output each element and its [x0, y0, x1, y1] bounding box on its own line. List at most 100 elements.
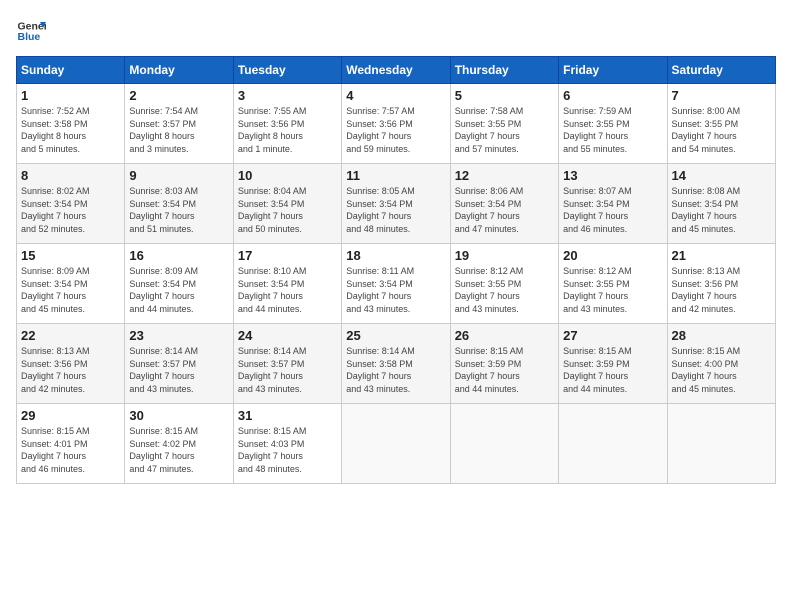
day-detail: Sunrise: 8:03 AMSunset: 3:54 PMDaylight … — [129, 185, 228, 235]
calendar-week-1: 1 Sunrise: 7:52 AMSunset: 3:58 PMDaylight… — [17, 84, 776, 164]
calendar-cell: 6 Sunrise: 7:59 AMSunset: 3:55 PMDaylight… — [559, 84, 667, 164]
day-detail: Sunrise: 8:15 AMSunset: 4:02 PMDaylight … — [129, 425, 228, 475]
day-detail: Sunrise: 8:09 AMSunset: 3:54 PMDaylight … — [21, 265, 120, 315]
header-sunday: Sunday — [17, 57, 125, 84]
day-number: 25 — [346, 328, 445, 343]
calendar-cell: 18 Sunrise: 8:11 AMSunset: 3:54 PMDayligh… — [342, 244, 450, 324]
calendar-cell: 23 Sunrise: 8:14 AMSunset: 3:57 PMDayligh… — [125, 324, 233, 404]
day-detail: Sunrise: 8:14 AMSunset: 3:57 PMDaylight … — [238, 345, 337, 395]
calendar-week-3: 15 Sunrise: 8:09 AMSunset: 3:54 PMDayligh… — [17, 244, 776, 324]
day-detail: Sunrise: 8:15 AMSunset: 4:00 PMDaylight … — [672, 345, 771, 395]
calendar-cell: 27 Sunrise: 8:15 AMSunset: 3:59 PMDayligh… — [559, 324, 667, 404]
day-detail: Sunrise: 8:12 AMSunset: 3:55 PMDaylight … — [563, 265, 662, 315]
calendar-cell: 1 Sunrise: 7:52 AMSunset: 3:58 PMDaylight… — [17, 84, 125, 164]
day-detail: Sunrise: 8:15 AMSunset: 3:59 PMDaylight … — [563, 345, 662, 395]
day-detail: Sunrise: 8:14 AMSunset: 3:57 PMDaylight … — [129, 345, 228, 395]
day-number: 13 — [563, 168, 662, 183]
day-detail: Sunrise: 8:12 AMSunset: 3:55 PMDaylight … — [455, 265, 554, 315]
day-detail: Sunrise: 8:15 AMSunset: 4:01 PMDaylight … — [21, 425, 120, 475]
day-detail: Sunrise: 7:52 AMSunset: 3:58 PMDaylight … — [21, 105, 120, 155]
day-detail: Sunrise: 8:06 AMSunset: 3:54 PMDaylight … — [455, 185, 554, 235]
calendar-cell: 28 Sunrise: 8:15 AMSunset: 4:00 PMDayligh… — [667, 324, 775, 404]
logo-icon: General Blue — [16, 16, 46, 46]
day-number: 8 — [21, 168, 120, 183]
day-number: 27 — [563, 328, 662, 343]
calendar-cell: 9Sunrise: 8:03 AMSunset: 3:54 PMDaylight… — [125, 164, 233, 244]
day-number: 28 — [672, 328, 771, 343]
day-number: 10 — [238, 168, 337, 183]
day-number: 22 — [21, 328, 120, 343]
day-detail: Sunrise: 8:11 AMSunset: 3:54 PMDaylight … — [346, 265, 445, 315]
logo: General Blue — [16, 16, 46, 46]
calendar-cell: 21 Sunrise: 8:13 AMSunset: 3:56 PMDayligh… — [667, 244, 775, 324]
day-detail: Sunrise: 8:00 AMSunset: 3:55 PMDaylight … — [672, 105, 771, 155]
calendar-cell: 30 Sunrise: 8:15 AMSunset: 4:02 PMDayligh… — [125, 404, 233, 484]
day-number: 14 — [672, 168, 771, 183]
calendar-week-5: 29 Sunrise: 8:15 AMSunset: 4:01 PMDayligh… — [17, 404, 776, 484]
day-detail: Sunrise: 8:14 AMSunset: 3:58 PMDaylight … — [346, 345, 445, 395]
day-detail: Sunrise: 8:09 AMSunset: 3:54 PMDaylight … — [129, 265, 228, 315]
calendar-cell: 7 Sunrise: 8:00 AMSunset: 3:55 PMDaylight… — [667, 84, 775, 164]
day-number: 11 — [346, 168, 445, 183]
day-number: 1 — [21, 88, 120, 103]
header-friday: Friday — [559, 57, 667, 84]
day-number: 16 — [129, 248, 228, 263]
day-detail: Sunrise: 8:10 AMSunset: 3:54 PMDaylight … — [238, 265, 337, 315]
day-number: 12 — [455, 168, 554, 183]
day-number: 21 — [672, 248, 771, 263]
svg-text:Blue: Blue — [18, 31, 41, 43]
calendar-cell: 15 Sunrise: 8:09 AMSunset: 3:54 PMDayligh… — [17, 244, 125, 324]
calendar-cell: 2Sunrise: 7:54 AMSunset: 3:57 PMDaylight… — [125, 84, 233, 164]
calendar-cell: 10 Sunrise: 8:04 AMSunset: 3:54 PMDayligh… — [233, 164, 341, 244]
day-number: 3 — [238, 88, 337, 103]
day-number: 6 — [563, 88, 662, 103]
day-detail: Sunrise: 8:13 AMSunset: 3:56 PMDaylight … — [21, 345, 120, 395]
calendar-cell — [342, 404, 450, 484]
day-detail: Sunrise: 7:59 AMSunset: 3:55 PMDaylight … — [563, 105, 662, 155]
calendar-cell: 5Sunrise: 7:58 AMSunset: 3:55 PMDaylight… — [450, 84, 558, 164]
calendar-header-row: SundayMondayTuesdayWednesdayThursdayFrid… — [17, 57, 776, 84]
calendar-cell: 19 Sunrise: 8:12 AMSunset: 3:55 PMDayligh… — [450, 244, 558, 324]
calendar-cell: 24Sunrise: 8:14 AMSunset: 3:57 PMDayligh… — [233, 324, 341, 404]
day-number: 29 — [21, 408, 120, 423]
calendar-cell: 29 Sunrise: 8:15 AMSunset: 4:01 PMDayligh… — [17, 404, 125, 484]
day-number: 2 — [129, 88, 228, 103]
header-monday: Monday — [125, 57, 233, 84]
day-detail: Sunrise: 7:57 AMSunset: 3:56 PMDaylight … — [346, 105, 445, 155]
calendar-table: SundayMondayTuesdayWednesdayThursdayFrid… — [16, 56, 776, 484]
day-number: 31 — [238, 408, 337, 423]
day-number: 23 — [129, 328, 228, 343]
header-saturday: Saturday — [667, 57, 775, 84]
header-thursday: Thursday — [450, 57, 558, 84]
day-detail: Sunrise: 7:55 AMSunset: 3:56 PMDaylight … — [238, 105, 337, 155]
day-detail: Sunrise: 8:15 AMSunset: 3:59 PMDaylight … — [455, 345, 554, 395]
day-number: 20 — [563, 248, 662, 263]
day-detail: Sunrise: 8:07 AMSunset: 3:54 PMDaylight … — [563, 185, 662, 235]
calendar-cell: 17 Sunrise: 8:10 AMSunset: 3:54 PMDayligh… — [233, 244, 341, 324]
calendar-cell: 16 Sunrise: 8:09 AMSunset: 3:54 PMDayligh… — [125, 244, 233, 324]
day-number: 26 — [455, 328, 554, 343]
calendar-cell: 22 Sunrise: 8:13 AMSunset: 3:56 PMDayligh… — [17, 324, 125, 404]
calendar-cell: 25 Sunrise: 8:14 AMSunset: 3:58 PMDayligh… — [342, 324, 450, 404]
calendar-cell: 3 Sunrise: 7:55 AMSunset: 3:56 PMDaylight… — [233, 84, 341, 164]
day-detail: Sunrise: 8:04 AMSunset: 3:54 PMDaylight … — [238, 185, 337, 235]
calendar-cell: 11 Sunrise: 8:05 AMSunset: 3:54 PMDayligh… — [342, 164, 450, 244]
day-number: 19 — [455, 248, 554, 263]
day-number: 5 — [455, 88, 554, 103]
day-number: 18 — [346, 248, 445, 263]
calendar-cell: 8Sunrise: 8:02 AMSunset: 3:54 PMDaylight… — [17, 164, 125, 244]
calendar-cell: 13 Sunrise: 8:07 AMSunset: 3:54 PMDayligh… — [559, 164, 667, 244]
day-number: 7 — [672, 88, 771, 103]
header-tuesday: Tuesday — [233, 57, 341, 84]
calendar-cell — [559, 404, 667, 484]
day-detail: Sunrise: 8:08 AMSunset: 3:54 PMDaylight … — [672, 185, 771, 235]
day-number: 30 — [129, 408, 228, 423]
calendar-cell: 20 Sunrise: 8:12 AMSunset: 3:55 PMDayligh… — [559, 244, 667, 324]
day-number: 15 — [21, 248, 120, 263]
calendar-week-4: 22 Sunrise: 8:13 AMSunset: 3:56 PMDayligh… — [17, 324, 776, 404]
calendar-cell: 31Sunrise: 8:15 AMSunset: 4:03 PMDayligh… — [233, 404, 341, 484]
day-detail: Sunrise: 8:05 AMSunset: 3:54 PMDaylight … — [346, 185, 445, 235]
day-detail: Sunrise: 8:13 AMSunset: 3:56 PMDaylight … — [672, 265, 771, 315]
calendar-cell: 12 Sunrise: 8:06 AMSunset: 3:54 PMDayligh… — [450, 164, 558, 244]
day-number: 17 — [238, 248, 337, 263]
